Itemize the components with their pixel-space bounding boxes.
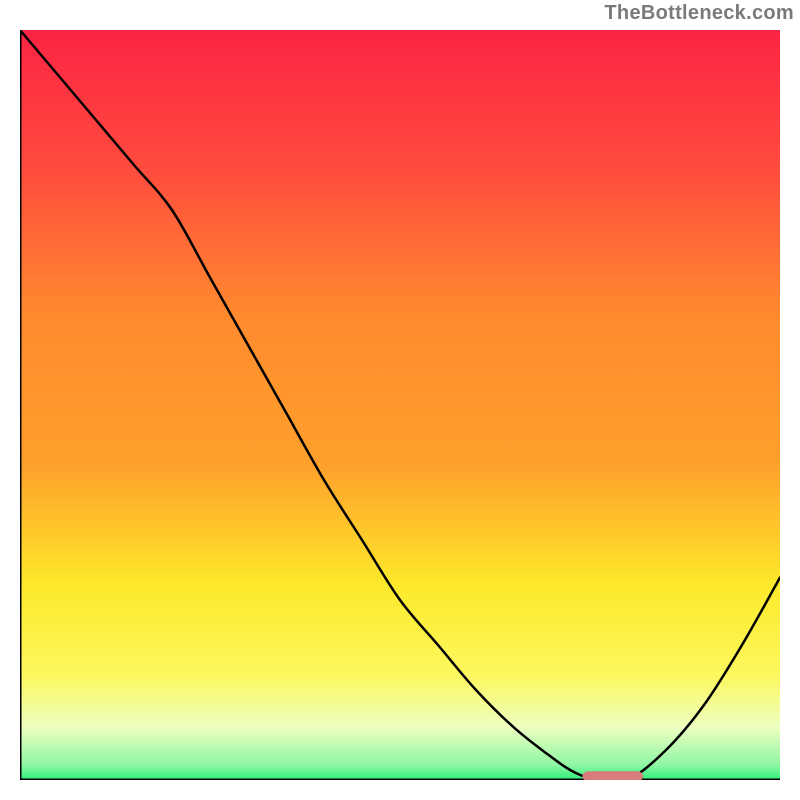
chart-stage: TheBottleneck.com xyxy=(0,0,800,800)
chart-plot xyxy=(20,30,780,780)
optimal-marker xyxy=(582,771,643,780)
watermark-text: TheBottleneck.com xyxy=(604,2,794,25)
gradient-background xyxy=(20,30,780,780)
